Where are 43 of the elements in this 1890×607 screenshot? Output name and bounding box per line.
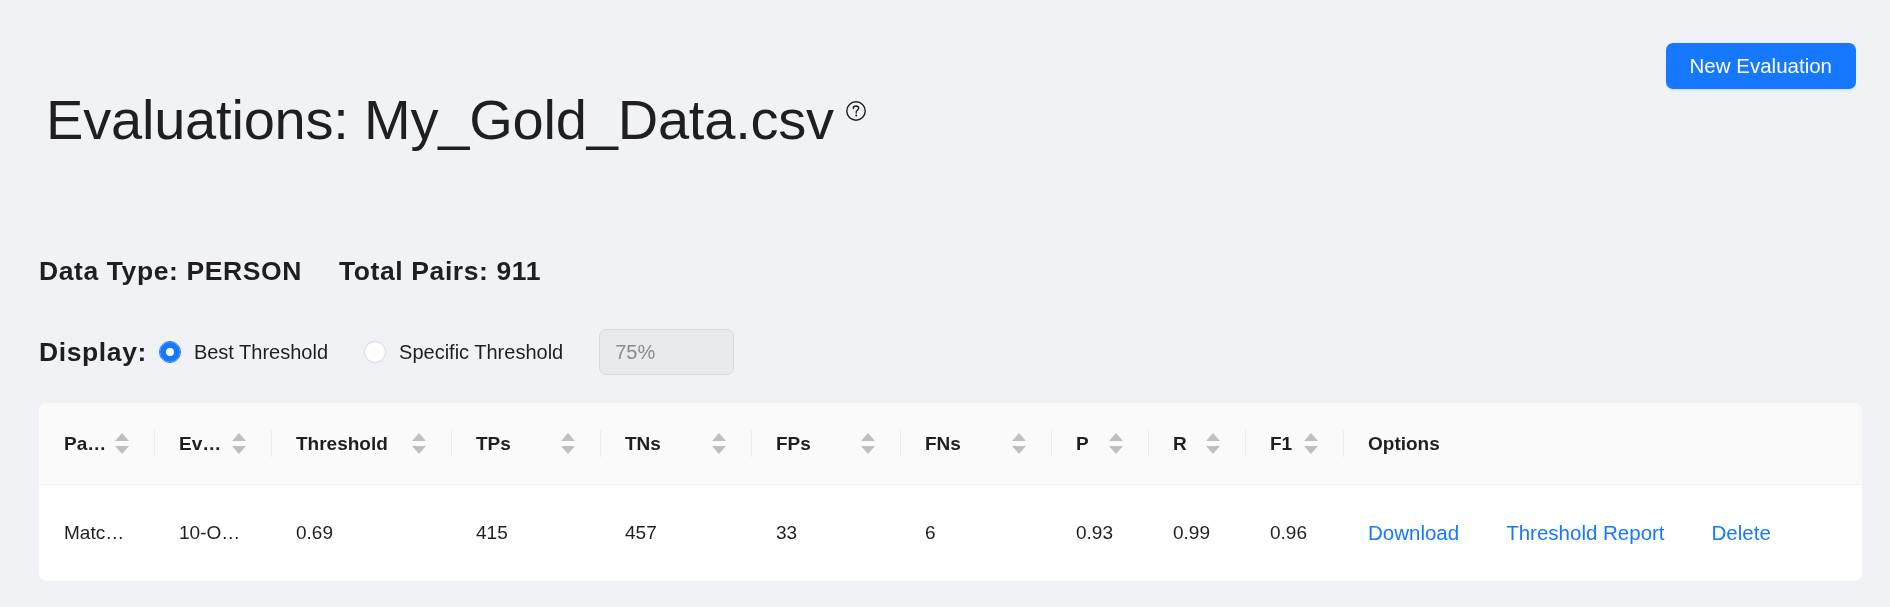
sort-icon[interactable] (412, 433, 426, 454)
column-header: TPs (476, 432, 511, 455)
column-header: FNs (925, 432, 961, 455)
table-cell: 457 (625, 522, 657, 544)
table-cell: 0.93 (1076, 522, 1113, 544)
radio-button[interactable] (158, 341, 181, 363)
column-header: FPs (776, 432, 811, 455)
sort-icon[interactable] (861, 433, 875, 454)
sort-icon[interactable] (561, 433, 575, 454)
sort-icon[interactable] (1206, 433, 1220, 454)
table-cell: 6 (925, 522, 936, 544)
table-cell: 415 (476, 522, 508, 544)
sort-icon[interactable] (115, 433, 129, 454)
sort-icon[interactable] (232, 433, 246, 454)
sort-icon[interactable] (1109, 433, 1123, 454)
column-header: F1 (1270, 432, 1293, 455)
column-header: TNs (625, 432, 661, 455)
table-cell: 0.99 (1173, 522, 1210, 544)
page-title: Evaluations: My_Gold_Data.csv (46, 87, 834, 153)
radio-label[interactable]: Specific Threshold (399, 340, 564, 364)
sort-icon[interactable] (1012, 433, 1026, 454)
table-cell: 0.96 (1270, 522, 1307, 544)
display-label: Display: (39, 336, 147, 368)
column-header: Pa… (64, 432, 107, 455)
column-header: Ev… (179, 432, 222, 455)
column-header: Threshold (296, 432, 388, 455)
table-cell: 10-O… (179, 522, 241, 544)
sort-icon[interactable] (712, 433, 726, 454)
table-cell: Matc… (64, 522, 125, 544)
column-header: R (1173, 432, 1187, 455)
option-link[interactable]: Delete (1711, 521, 1771, 545)
column-header: Options (1368, 432, 1440, 455)
column-header: P (1076, 432, 1089, 455)
option-link[interactable]: Threshold Report (1506, 521, 1665, 545)
sort-icon[interactable] (1304, 433, 1318, 454)
new-evaluation-button[interactable]: New Evaluation (1665, 43, 1856, 89)
summary-text: Data Type: PERSON (39, 255, 302, 288)
summary-text: Total Pairs: 911 (339, 255, 542, 288)
table-cell: 0.69 (296, 522, 333, 544)
table-cell: 33 (776, 522, 798, 544)
option-link[interactable]: Download (1368, 521, 1460, 545)
help-icon[interactable] (845, 101, 866, 121)
radio-label[interactable]: Best Threshold (193, 340, 329, 364)
